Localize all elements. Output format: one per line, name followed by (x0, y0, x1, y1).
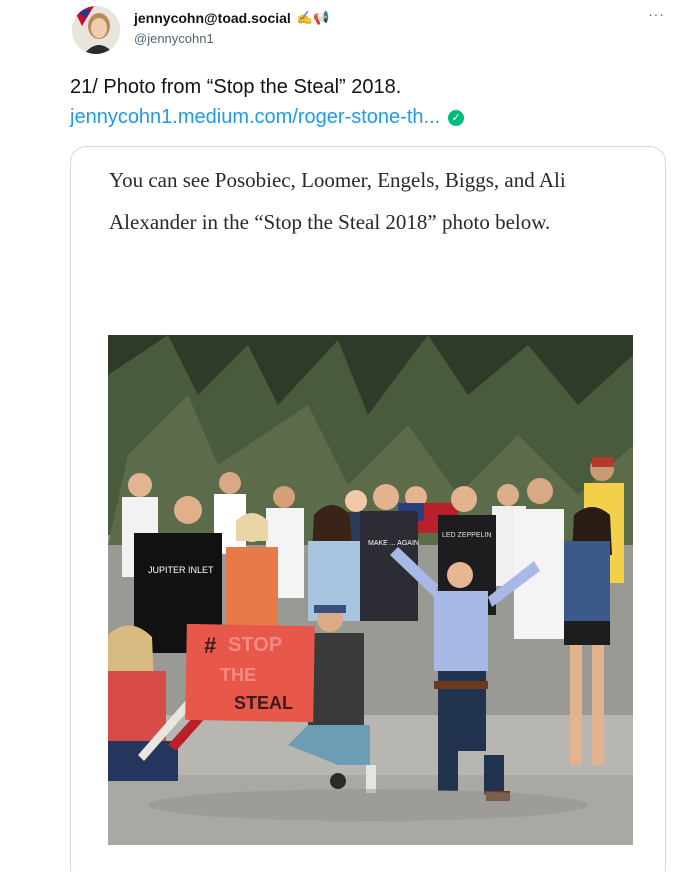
more-options-icon[interactable]: ··· (648, 6, 665, 22)
group-photo[interactable]: JUPITER INLET MAKE ... AGAIN LED ZEPPELI… (108, 335, 633, 845)
stop-the-steal-sign: # STOP THE STEAL (185, 623, 315, 723)
article-link-text[interactable]: jennycohn1.medium.com/roger-stone-th... (70, 106, 440, 129)
sign-hash: # (204, 633, 216, 658)
article-link[interactable]: jennycohn1.medium.com/roger-stone-th... … (70, 106, 465, 129)
sign-stop: STOP (228, 634, 282, 656)
make-shirt-text: MAKE ... AGAIN (368, 540, 419, 547)
sign-the: THE (220, 665, 256, 685)
avatar[interactable] (72, 6, 120, 54)
sign-steal: STEAL (234, 693, 293, 713)
quoted-article-card[interactable]: You can see Posobiec, Loomer, Engels, Bi… (70, 146, 666, 871)
verified-check-icon: ✓ (448, 109, 465, 126)
zeppelin-shirt-text: LED ZEPPELIN (442, 532, 491, 539)
author-handle[interactable]: @jennycohn1 (134, 31, 214, 46)
author-badges: ✍️📢 (296, 10, 330, 25)
jupiter-shirt-text: JUPITER INLET (148, 565, 214, 575)
author-row: jennycohn@toad.social ✍️📢 (134, 10, 329, 26)
article-excerpt: You can see Posobiec, Loomer, Engels, Bi… (109, 168, 566, 234)
author-display-name[interactable]: jennycohn@toad.social (134, 10, 291, 26)
tweet-text: 21/ Photo from “Stop the Steal” 2018. (70, 76, 402, 98)
